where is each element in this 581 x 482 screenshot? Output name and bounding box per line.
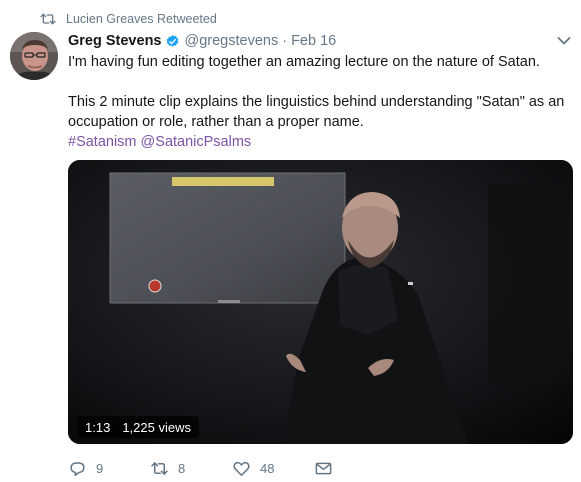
retweet-icon [151,461,168,475]
reply-button[interactable]: 9 [68,459,150,478]
author-handle[interactable]: @gregstevens [185,33,279,49]
video-duration: 1:13 [85,419,111,435]
heart-icon [233,461,250,476]
tweet-text: I'm having fun editing together an amazi… [68,52,568,152]
envelope-icon [315,462,332,474]
video-info-badge: 1:13 1,225 views [77,416,199,438]
retweet-context[interactable]: Lucien Greaves Retweeted [40,10,217,28]
retweet-count: 8 [178,460,186,476]
retweet-icon [40,12,56,26]
tweet-actions: 9 8 48 [68,457,342,479]
verified-badge-icon [165,34,180,49]
like-button[interactable]: 48 [232,459,314,478]
video-player[interactable]: 1:13 1,225 views [68,160,573,444]
tweet-text-line-2: This 2 minute clip explains the linguist… [68,94,565,130]
direct-message-button[interactable] [314,459,342,478]
avatar[interactable] [10,32,58,80]
mention-link[interactable]: @SatanicPsalms [141,134,252,150]
author-name[interactable]: Greg Stevens [68,33,162,49]
header-separator: · [282,33,288,49]
retweet-button[interactable]: 8 [150,459,232,478]
tweet-text-line-1: I'm having fun editing together an amazi… [68,54,540,70]
hashtag-link[interactable]: #Satanism [68,134,137,150]
video-views: 1,225 views [122,419,191,435]
like-count: 48 [260,460,275,476]
chevron-down-icon[interactable] [557,36,571,46]
tweet-date[interactable]: Feb 16 [291,33,336,49]
tweet-header: Greg Stevens @gregstevens · Feb 16 [68,31,336,51]
reply-count: 9 [96,460,104,476]
reply-icon [70,461,85,476]
video-frame [68,160,573,444]
retweet-context-label: Lucien Greaves Retweeted [66,12,217,26]
